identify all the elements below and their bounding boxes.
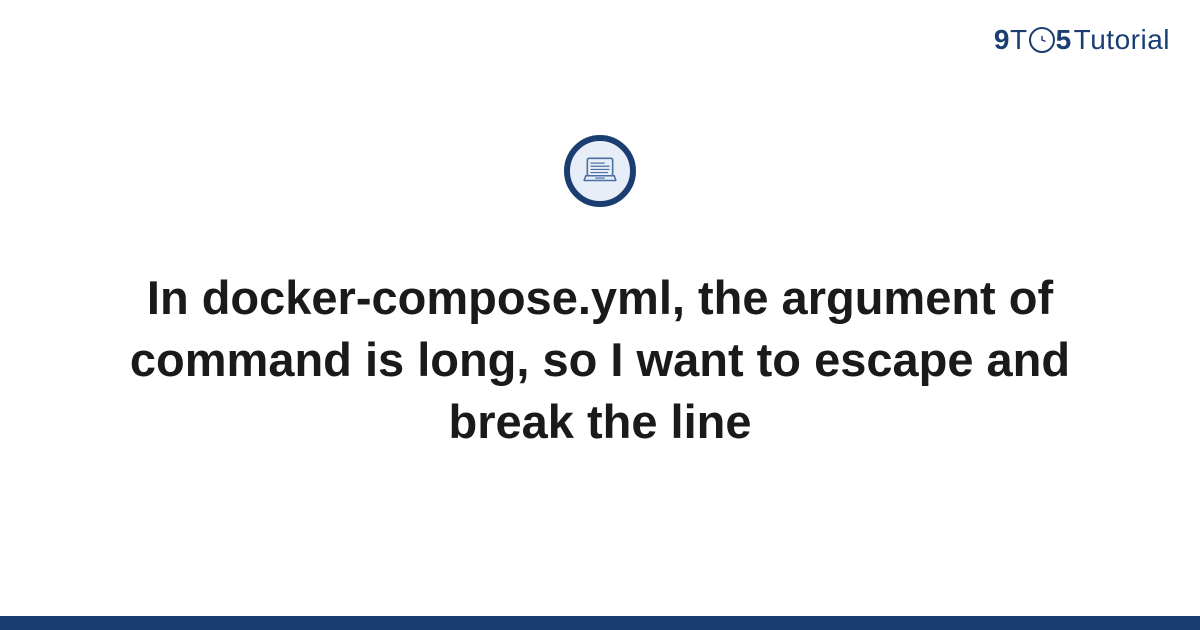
logo-nine: 9 — [994, 24, 1010, 56]
clock-icon — [1029, 27, 1055, 53]
logo-tutorial: Tutorial — [1074, 24, 1170, 56]
footer-bar — [0, 616, 1200, 630]
logo-five: 5 — [1056, 24, 1072, 56]
main-content: In docker-compose.yml, the argument of c… — [0, 135, 1200, 453]
laptop-icon — [581, 152, 619, 190]
article-title: In docker-compose.yml, the argument of c… — [60, 267, 1140, 453]
site-logo: 9 T 5 Tutorial — [994, 24, 1170, 56]
logo-t-prefix: T — [1010, 24, 1028, 56]
laptop-badge — [564, 135, 636, 207]
